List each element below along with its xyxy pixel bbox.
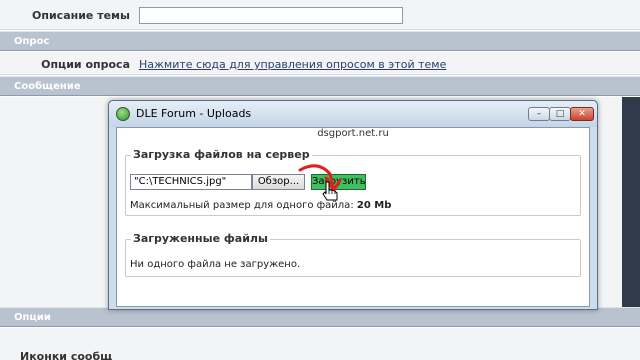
minimize-icon[interactable]: – [528,107,550,121]
poll-manage-link[interactable]: Нажмите сюда для управления опросом в эт… [139,58,446,71]
uploads-window: DLE Forum - Uploads – □ ✕ dsgport.net.ru… [108,100,598,310]
maximize-icon[interactable]: □ [549,107,571,121]
topic-description-input[interactable] [139,7,403,24]
max-size-text: Максимальный размер для одного файла: [130,200,354,211]
message-icons-label: Иконки сообщ [20,350,113,360]
site-address: dsgport.net.ru [317,128,389,139]
browse-button[interactable]: Обзор... [252,174,305,190]
message-section-header: Сообщение [0,76,640,96]
poll-section-header: Опрос [0,31,640,51]
window-content: dsgport.net.ru Загрузка файлов на сервер… [116,127,590,307]
window-titlebar[interactable]: DLE Forum - Uploads – □ ✕ [109,101,597,127]
upload-button[interactable]: Загрузить [311,174,366,190]
max-size-note: Максимальный размер для одного файла: 20… [130,200,391,211]
window-title: DLE Forum - Uploads [136,107,252,120]
message-icons-row: Иконки сообщ [0,328,640,360]
poll-options-label: Опции опроса [41,58,130,71]
uploaded-files-fieldset: Загруженные файлы Ни одного файла не заг… [125,232,581,277]
globe-icon [116,107,130,121]
upload-legend: Загрузка файлов на сервер [131,148,312,161]
close-icon[interactable]: ✕ [570,107,594,121]
poll-options-row: Опции опроса Нажмите сюда для управления… [0,52,640,75]
max-size-value: 20 Mb [356,200,392,211]
topic-description-label: Описание темы [32,9,130,22]
uploaded-legend: Загруженные файлы [131,232,270,245]
topic-description-row: Описание темы [0,0,640,30]
file-path-input[interactable]: "C:\TECHNICS.jpg" [130,174,252,190]
upload-fieldset: Загрузка файлов на сервер "C:\TECHNICS.j… [125,148,581,216]
background-dark-strip [622,97,640,307]
options-section-header: Опции [0,307,640,327]
no-files-text: Ни одного файла не загружено. [130,259,301,270]
